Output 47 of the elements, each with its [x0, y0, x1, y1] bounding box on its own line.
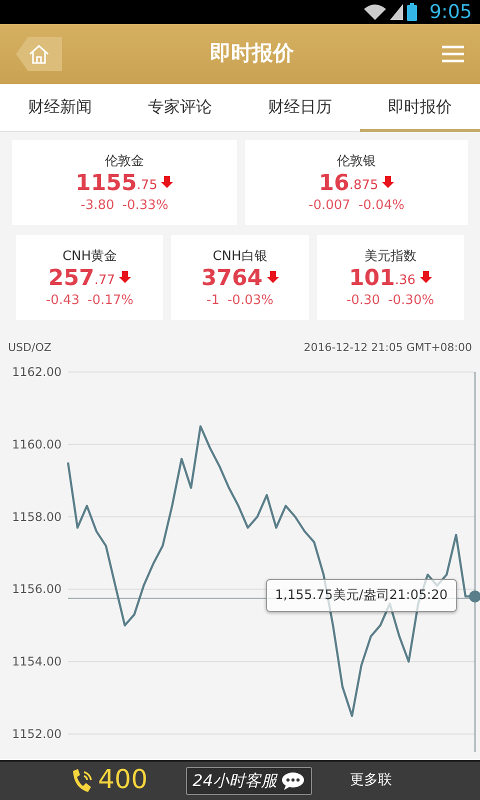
- price: 101: [348, 266, 395, 291]
- price-change: -0.007: [308, 198, 350, 213]
- price-change: -3.80: [80, 198, 114, 213]
- axis-label: 1156.00: [12, 582, 62, 596]
- price-decimal: .36: [394, 272, 416, 290]
- instrument-name: CNH黄金: [61, 248, 118, 266]
- instrument-name: 美元指数: [363, 248, 418, 266]
- percent-change: -0.17%: [88, 292, 134, 308]
- axis-label: 1160.00: [12, 437, 62, 452]
- instrument-name: 伦敦银: [336, 153, 377, 171]
- clock: 9:05: [429, 0, 472, 25]
- quote-card[interactable]: 伦敦金 1155.75 -3.80 -0.33%: [12, 140, 237, 226]
- quote-card[interactable]: 美元指数 101.36 -0.30 -0.30%: [316, 235, 464, 320]
- tab[interactable]: 财经日历: [240, 84, 360, 132]
- price-change: -1: [206, 292, 220, 308]
- quote-card[interactable]: CNH白银 3764 -1 -0.03%: [171, 235, 309, 320]
- quote-card[interactable]: CNH黄金 257.77 -0.43 -0.17%: [16, 235, 164, 320]
- price: 257: [48, 266, 94, 291]
- axis-label: 1158.00: [12, 510, 62, 524]
- instrument-name: CNH白银: [212, 248, 268, 266]
- price: 16: [318, 172, 350, 196]
- price-decimal: .75: [136, 177, 158, 196]
- tab[interactable]: 专家评论: [120, 84, 240, 132]
- tooltip: 1,155.75美元/盎司21:05:20: [266, 578, 457, 612]
- percent-change: -0.04%: [358, 198, 404, 213]
- customer-service-button[interactable]: 24小时客服: [186, 766, 312, 795]
- phone-number[interactable]: 400: [98, 761, 148, 800]
- unit-label: USD/OZ: [8, 340, 52, 356]
- price-decimal: .77: [94, 272, 116, 290]
- price-change: -0.30: [346, 292, 380, 308]
- axis-label: 1162.00: [12, 364, 62, 379]
- percent-change: -0.03%: [227, 292, 274, 308]
- axis-label: 1152.00: [12, 726, 62, 741]
- percent-change: -0.30%: [388, 292, 434, 308]
- page-title: 即时报价: [210, 40, 294, 68]
- instrument-name: 伦敦金: [104, 153, 145, 171]
- axis-label: 1154.00: [12, 654, 62, 668]
- price-decimal: .875: [349, 177, 378, 196]
- tab[interactable]: 即时报价: [360, 84, 480, 132]
- more-contacts-link[interactable]: 更多联: [350, 770, 392, 792]
- tab[interactable]: 财经新闻: [0, 84, 120, 132]
- percent-change: -0.33%: [122, 198, 168, 213]
- price: 3764: [201, 266, 263, 291]
- price: 1155: [76, 172, 137, 196]
- quote-card[interactable]: 伦敦银 16.875 -0.007 -0.04%: [245, 140, 468, 226]
- price-change: -0.43: [46, 292, 80, 308]
- timestamp: 2016-12-12 21:05 GMT+08:00: [304, 340, 472, 356]
